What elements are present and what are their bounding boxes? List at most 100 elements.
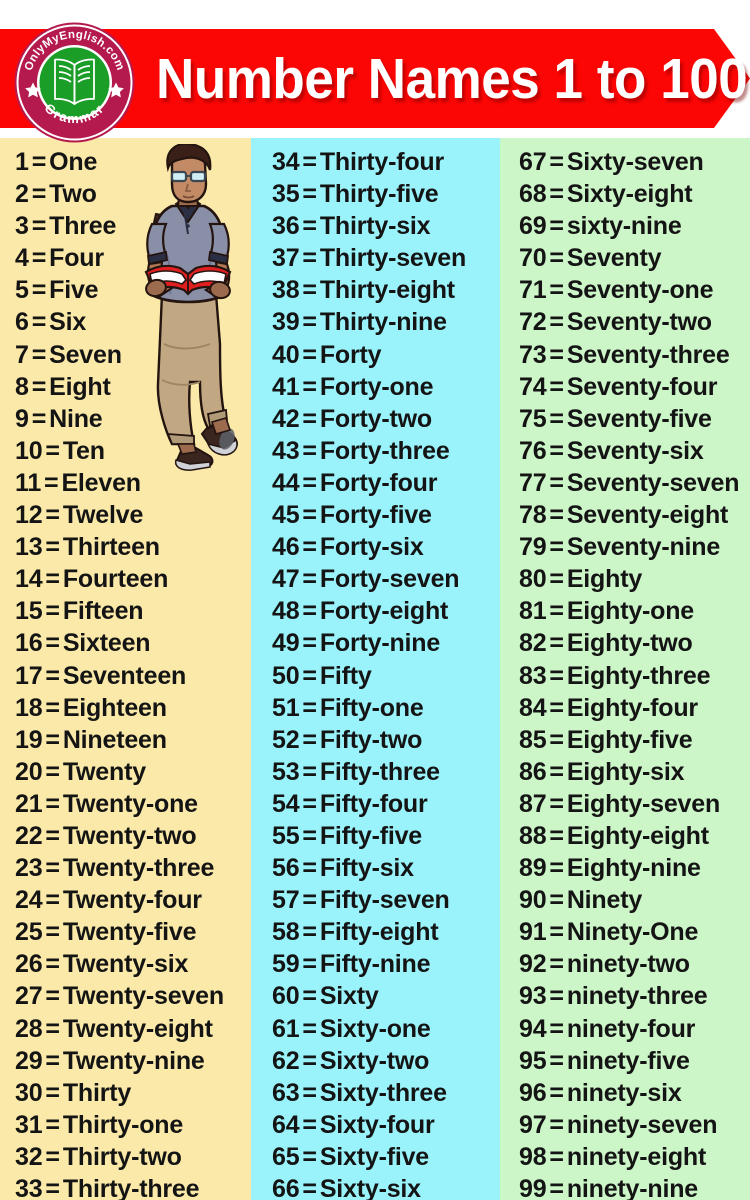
equals-separator: = [302,501,317,530]
equals-separator: = [302,308,317,337]
number-columns: 1 = One 2 = Two 3 = Three 4 = Four 5 = Five 6 = Six 7 = Seve… [0,138,750,1200]
equals-separator: = [31,404,47,433]
number-value: 15 [15,597,43,626]
number-value: 81 [519,597,547,626]
equals-separator: = [45,821,60,850]
number-row: 98 = ninety-eight [500,1141,750,1173]
equals-separator: = [302,597,317,626]
number-row: 90 = Ninety [500,884,750,916]
number-value: 57 [272,886,300,915]
number-value: 29 [15,1046,43,1075]
number-value: 62 [272,1046,300,1075]
number-row: 2 = Two [0,178,251,210]
number-value: 24 [15,886,43,915]
column-two-list: 34 = Thirty-four 35 = Thirty-five 36 = Thirty-si… [251,146,500,1200]
column-one: 1 = One 2 = Two 3 = Three 4 = Four 5 = Five 6 = Six 7 = Seve… [0,138,251,1200]
number-value: 59 [272,950,300,979]
number-row: 25 = Twenty-five [0,916,251,948]
number-row: 44 = Forty-four [251,467,500,499]
column-two: 34 = Thirty-four 35 = Thirty-five 36 = Thirty-si… [251,138,500,1200]
number-row: 70 = Seventy [500,242,750,274]
equals-separator: = [31,340,47,369]
number-name: Six [49,308,87,337]
number-row: 40 = Forty [251,339,500,371]
site-logo[interactable]: OnlyMyEnglish.com Grammar [13,21,136,144]
equals-separator: = [302,886,317,915]
number-name: Thirty-one [62,1110,184,1139]
number-name: Eight [49,372,111,401]
number-name: Eighty-one [566,597,694,626]
number-name: Sixteen [62,629,151,658]
equals-separator: = [45,982,60,1011]
number-value: 56 [272,854,300,883]
number-name: Twenty-eight [62,1014,213,1043]
number-name: ninety-three [566,982,708,1011]
poster-root: Number Names 1 to 100 OnlyMyEnglish.com … [0,0,750,1200]
number-value: 61 [272,1014,300,1043]
number-name: Fourteen [62,565,169,594]
equals-separator: = [302,1142,317,1171]
equals-separator: = [302,918,317,947]
number-row: 91 = Ninety-One [500,916,750,948]
number-row: 48 = Forty-eight [251,595,500,627]
number-name: Seventy-one [566,276,714,305]
equals-separator: = [31,148,47,176]
number-value: 94 [519,1014,547,1043]
number-name: Eighty [566,565,643,594]
number-value: 5 [15,276,29,305]
number-name: Forty-eight [319,597,449,626]
equals-separator: = [302,372,317,401]
number-name: Fifty-six [319,854,414,883]
equals-separator: = [549,404,564,433]
number-row: 86 = Eighty-six [500,756,750,788]
number-name: ninety-seven [566,1110,718,1139]
number-value: 11 [15,468,42,497]
number-name: ninety-nine [566,1175,698,1200]
number-name: Twenty-four [62,886,202,915]
number-value: 85 [519,725,547,754]
number-value: 48 [272,597,300,626]
number-name: Eleven [61,468,141,497]
number-name: Thirty-eight [319,276,455,305]
number-value: 82 [519,629,547,658]
equals-separator: = [549,468,564,497]
equals-separator: = [302,789,317,818]
number-row: 87 = Eighty-seven [500,788,750,820]
number-row: 82 = Eighty-two [500,627,750,659]
number-value: 43 [272,436,300,465]
number-name: Sixty-five [319,1142,429,1171]
number-value: 92 [519,950,547,979]
number-row: 33 = Thirty-three [0,1173,251,1200]
number-name: Eighty-three [566,661,711,690]
number-value: 20 [15,757,43,786]
number-row: 53 = Fifty-three [251,756,500,788]
number-name: Ninety-One [566,918,699,947]
number-value: 39 [272,308,300,337]
equals-separator: = [549,501,564,530]
number-row: 6 = Six [0,306,251,338]
equals-separator: = [302,950,317,979]
number-row: 69 = sixty-nine [500,210,750,242]
number-value: 55 [272,821,300,850]
number-row: 71 = Seventy-one [500,274,750,306]
number-value: 44 [272,468,300,497]
number-value: 67 [519,148,547,176]
number-value: 31 [15,1110,43,1139]
equals-separator: = [45,950,60,979]
number-row: 81 = Eighty-one [500,595,750,627]
equals-separator: = [549,308,564,337]
equals-separator: = [45,725,60,754]
equals-separator: = [549,1078,564,1107]
number-value: 58 [272,918,300,947]
number-name: Sixty-six [319,1175,421,1200]
number-value: 32 [15,1142,43,1171]
equals-separator: = [549,180,564,209]
column-three: 67 = Sixty-seven 68 = Sixty-eight 69 = sixty-nin… [500,138,750,1200]
number-name: Fifty [319,661,372,690]
equals-separator: = [549,533,564,562]
number-value: 3 [15,212,29,241]
number-value: 1 [15,148,29,176]
number-name: Sixty-seven [566,148,704,176]
number-value: 86 [519,757,547,786]
equals-separator: = [302,629,317,658]
